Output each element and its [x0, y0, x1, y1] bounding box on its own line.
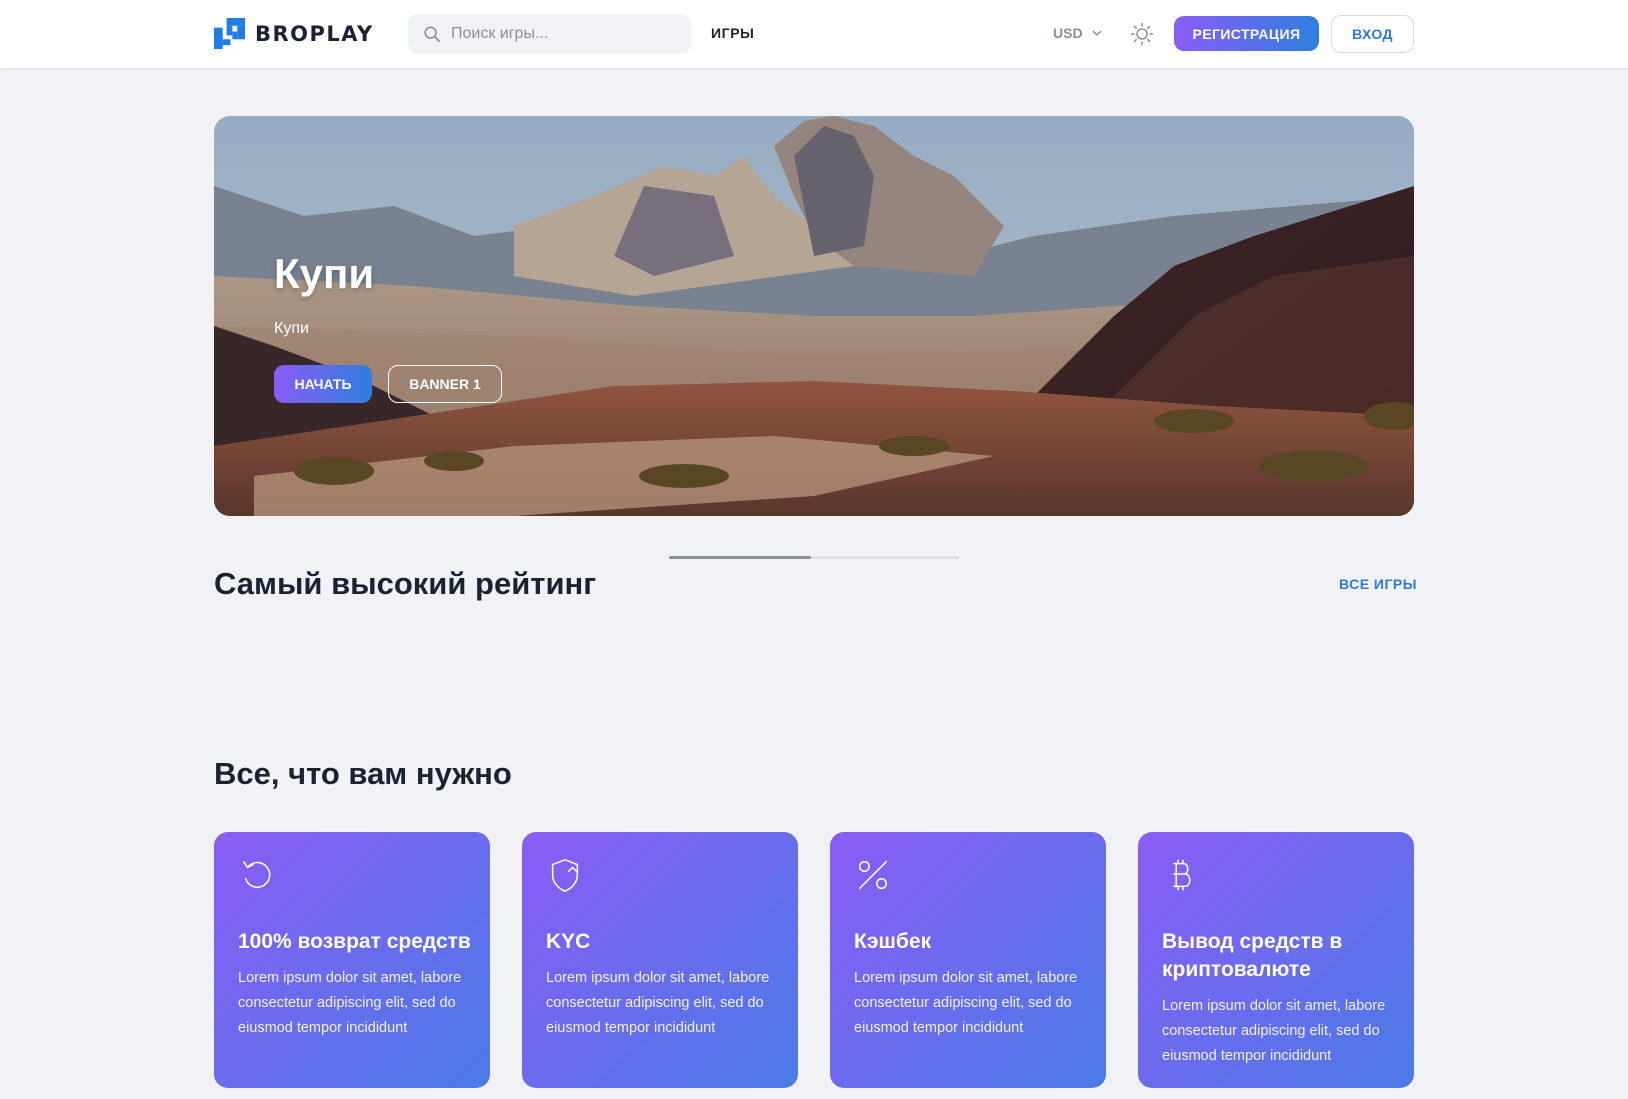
banner-background-image [214, 116, 1414, 516]
currency-value: USD [1053, 25, 1083, 41]
brand-name: BROPLAY [255, 21, 374, 46]
feature-card-title: KYC [546, 930, 591, 953]
login-button[interactable]: ВХОД [1331, 15, 1414, 53]
bitcoin-icon [1173, 859, 1191, 891]
banner-secondary-button[interactable]: BANNER 1 [388, 365, 502, 403]
feature-card-refund: 100% возврат средств Lorem ipsum dolor s… [214, 832, 490, 1088]
feature-card-cashback: Кэшбек Lorem ipsum dolor sit amet, labor… [830, 832, 1106, 1088]
shield-check-icon [551, 859, 579, 892]
feature-card-crypto: Вывод средств в криптовалюте Lorem ipsum… [1138, 832, 1414, 1088]
feature-card-text: Lorem ipsum dolor sit amet, labore conse… [1162, 998, 1386, 1064]
feature-card-text: Lorem ipsum dolor sit amet, labore conse… [854, 970, 1078, 1036]
features-heading: Все, что вам нужно [214, 756, 512, 791]
feature-card-title: Вывод средств в криптовалюте [1162, 930, 1343, 981]
banner-subtitle: Купи [274, 320, 309, 337]
logo[interactable]: BROPLAY [214, 18, 374, 49]
feature-card-text: Lorem ipsum dolor sit amet, labore conse… [238, 970, 462, 1036]
search-box[interactable] [408, 14, 691, 54]
banner-slider-progress[interactable] [669, 556, 959, 559]
banner-title: Купи [274, 250, 375, 297]
search-icon [424, 26, 441, 43]
feature-card-title: 100% возврат средств [238, 930, 471, 953]
chevron-down-icon [1092, 30, 1102, 37]
sun-icon[interactable] [1130, 22, 1154, 46]
percent-icon [858, 860, 888, 890]
feature-card-kyc: KYC Lorem ipsum dolor sit amet, labore c… [522, 832, 798, 1088]
start-button[interactable]: НАЧАТЬ [274, 365, 372, 403]
register-button[interactable]: РЕГИСТРАЦИЯ [1174, 16, 1319, 51]
promo-banner[interactable]: Купи Купи НАЧАТЬ BANNER 1 [214, 116, 1414, 516]
nav-games-link[interactable]: ИГРЫ [711, 25, 754, 41]
broplay-logo-icon [214, 18, 245, 49]
currency-select[interactable]: USD [1053, 25, 1103, 41]
top-rated-heading: Самый высокий рейтинг [214, 566, 597, 601]
refund-icon [242, 860, 271, 888]
slider-progress-fill [669, 556, 812, 559]
top-header: BROPLAY ИГРЫ USD РЕГИСТРАЦИЯ ВХОД [0, 0, 1628, 68]
feature-card-text: Lorem ipsum dolor sit amet, labore conse… [546, 970, 770, 1036]
feature-card-title: Кэшбек [854, 930, 932, 953]
search-input[interactable] [451, 25, 671, 43]
all-games-link[interactable]: ВСЕ ИГРЫ [1339, 576, 1417, 592]
